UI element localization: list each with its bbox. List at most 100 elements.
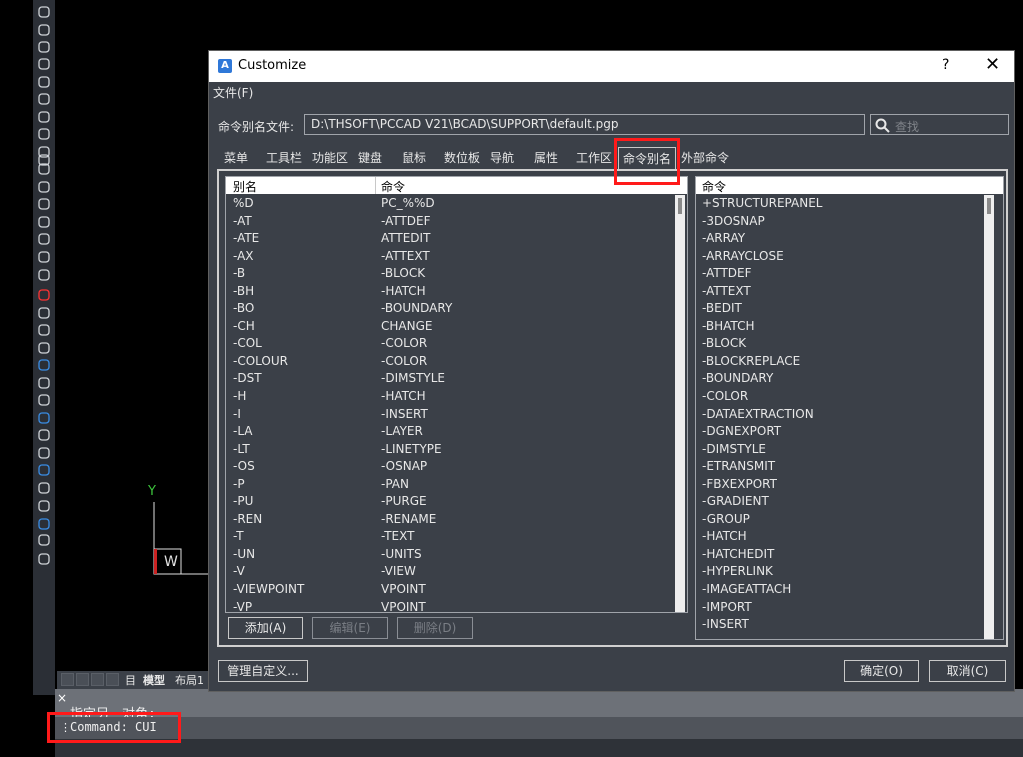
cloud-icon[interactable] [36, 180, 52, 194]
list-item[interactable]: -BLOCK [696, 335, 983, 353]
tab-workspace[interactable]: 工作区 [576, 149, 612, 167]
table-row[interactable]: -AT -ATTDEF [226, 213, 674, 231]
list-item[interactable]: -DGNEXPORT [696, 423, 983, 441]
prev-layout-button[interactable] [76, 673, 89, 686]
menu-file[interactable]: 文件(F) [213, 84, 253, 101]
list-item[interactable]: -GRADIENT [696, 493, 983, 511]
table-row[interactable]: -BH -HATCH [226, 283, 674, 301]
command-scrollbar[interactable] [984, 195, 994, 639]
alias-list[interactable]: 别名 命令 %D PC_%%D -AT -ATTDEF -ATE ATTEDIT -AX -A… [225, 176, 688, 613]
list-item[interactable]: -BEDIT [696, 300, 983, 318]
spline-icon[interactable] [36, 110, 52, 124]
list-item[interactable]: -INSERT [696, 616, 983, 634]
join-icon[interactable] [36, 499, 52, 513]
copy-icon[interactable] [36, 306, 52, 320]
rectangle-icon[interactable] [36, 127, 52, 141]
tab-toolbar[interactable]: 工具栏 [266, 149, 302, 167]
table-row[interactable]: -H -HATCH [226, 388, 674, 406]
command-line[interactable]: ⋮ Command: CUI [55, 717, 1023, 739]
rotate-icon[interactable] [36, 5, 52, 19]
tab-ribbon[interactable]: 功能区 [312, 149, 348, 167]
arc-icon[interactable] [36, 57, 52, 71]
last-layout-button[interactable] [106, 673, 119, 686]
rotate-icon[interactable] [36, 393, 52, 407]
scale-icon[interactable] [36, 411, 52, 425]
break-icon[interactable] [36, 481, 52, 495]
table-row[interactable]: -COL -COLOR [226, 335, 674, 353]
table-row[interactable]: -DST -DIMSTYLE [226, 370, 674, 388]
chamfer-icon[interactable] [36, 517, 52, 531]
table-row[interactable]: -VIEWPOINT VPOINT [226, 581, 674, 599]
list-item[interactable]: -3DOSNAP [696, 213, 983, 231]
list-item[interactable]: -GROUP [696, 511, 983, 529]
fillet-icon[interactable] [36, 533, 52, 547]
search-input[interactable]: 查找 [870, 114, 1009, 135]
list-item[interactable]: -FBXEXPORT [696, 476, 983, 494]
table-row[interactable]: -BO -BOUNDARY [226, 300, 674, 318]
stretch-icon[interactable] [36, 428, 52, 442]
tab-layout1[interactable]: 布局1 [175, 672, 204, 688]
table-row[interactable]: -COLOUR -COLOR [226, 353, 674, 371]
tab-mouse[interactable]: 鼠标 [402, 149, 426, 167]
table-row[interactable]: -LT -LINETYPE [226, 441, 674, 459]
table-row[interactable]: -VP VPOINT [226, 599, 674, 612]
tab-tablet[interactable]: 数位板 [444, 149, 480, 167]
rotate-icon[interactable] [36, 23, 52, 37]
table-row[interactable]: -P -PAN [226, 476, 674, 494]
erase-icon[interactable] [36, 288, 52, 302]
list-item[interactable]: -ATTEXT [696, 283, 983, 301]
list-item[interactable]: -HATCH [696, 528, 983, 546]
table-row[interactable]: %D PC_%%D [226, 195, 674, 213]
list-item[interactable]: -ARRAY [696, 230, 983, 248]
table-row[interactable]: -UN -UNITS [226, 546, 674, 564]
polyline-icon[interactable] [36, 92, 52, 106]
list-item[interactable]: -DIMSTYLE [696, 441, 983, 459]
table-row[interactable]: -AX -ATTEXT [226, 248, 674, 266]
list-item[interactable]: -DATAEXTRACTION [696, 406, 983, 424]
list-item[interactable]: -COLOR [696, 388, 983, 406]
list-item[interactable]: -BLOCKREPLACE [696, 353, 983, 371]
list-item[interactable]: -IMAGEATTACH [696, 581, 983, 599]
ok-button[interactable]: 确定(O) [844, 660, 919, 682]
help-button[interactable]: ? [942, 57, 949, 73]
scroll-thumb[interactable] [987, 198, 991, 214]
column-command[interactable]: 命令 [381, 178, 405, 195]
trim-icon[interactable] [36, 446, 52, 460]
close-button[interactable]: ✕ [985, 54, 1000, 75]
delete-button[interactable]: 删除(D) [397, 617, 473, 639]
manage-customizations-button[interactable]: 管理自定义... [218, 660, 308, 682]
add-button[interactable]: 添加(A) [228, 617, 303, 639]
edit-button[interactable]: 编辑(E) [312, 617, 388, 639]
scroll-thumb[interactable] [678, 198, 682, 214]
first-layout-button[interactable] [61, 673, 74, 686]
tab-model[interactable]: 模型 [143, 672, 165, 688]
list-item[interactable]: -BHATCH [696, 318, 983, 336]
table-row[interactable]: -CH CHANGE [226, 318, 674, 336]
table-row[interactable]: -I -INSERT [226, 406, 674, 424]
tab-menu[interactable]: 菜单 [224, 149, 248, 167]
command-list[interactable]: 命令 +STRUCTUREPANEL -3DOSNAP -ARRAY -ARRAYCL… [695, 176, 1004, 640]
column-alias[interactable]: 别名 [233, 178, 257, 195]
table-row[interactable]: -B -BLOCK [226, 265, 674, 283]
list-item[interactable]: -IMPORT [696, 599, 983, 617]
table-row[interactable]: -REN -RENAME [226, 511, 674, 529]
list-item[interactable]: -HATCHEDIT [696, 546, 983, 564]
explode-icon[interactable] [36, 552, 52, 566]
move-icon[interactable] [36, 376, 52, 390]
tab-keyboard[interactable]: 键盘 [358, 149, 382, 167]
table-row[interactable]: -LA -LAYER [226, 423, 674, 441]
revcloud-icon[interactable] [36, 197, 52, 211]
tab-navigation[interactable]: 导航 [490, 149, 514, 167]
text-icon[interactable] [36, 232, 52, 246]
next-layout-button[interactable] [91, 673, 104, 686]
table-row[interactable]: -PU -PURGE [226, 493, 674, 511]
array-icon[interactable] [36, 358, 52, 372]
layout-grid-icon[interactable]: 目 [125, 672, 136, 688]
list-item[interactable]: -ETRANSMIT [696, 458, 983, 476]
polygon-icon[interactable] [36, 75, 52, 89]
eyedropper-icon[interactable] [36, 250, 52, 264]
table-row[interactable]: -T -TEXT [226, 528, 674, 546]
list-item[interactable]: +STRUCTUREPANEL [696, 195, 983, 213]
alias-scrollbar[interactable] [675, 195, 685, 612]
command-close-icon[interactable]: × [57, 691, 67, 705]
